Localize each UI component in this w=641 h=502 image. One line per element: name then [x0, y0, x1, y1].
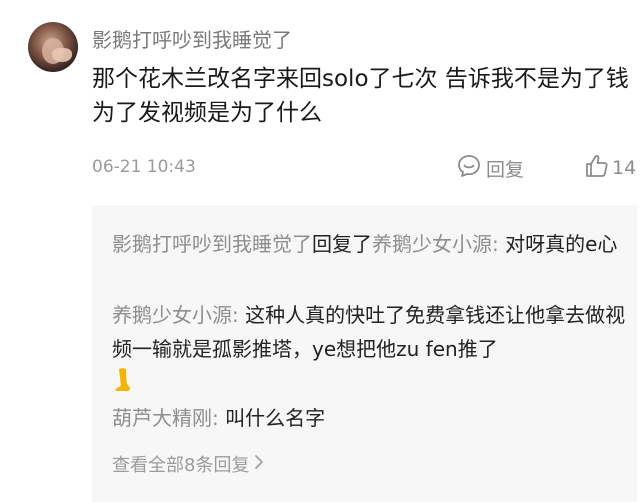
- reply-author[interactable]: 影鹅打呼吵到我睡觉了: [112, 232, 312, 256]
- avatar[interactable]: [28, 22, 78, 72]
- reply-item[interactable]: 影鹅打呼吵到我睡觉了回复了养鹅少女小源: 对呀真的e心: [112, 227, 627, 261]
- reply-button[interactable]: 回复: [456, 154, 524, 182]
- comment-username[interactable]: 影鹅打呼吵到我睡觉了: [92, 24, 292, 53]
- reply-author[interactable]: 葫芦大精刚:: [112, 406, 219, 430]
- replies-section: 影鹅打呼吵到我睡觉了回复了养鹅少女小源: 对呀真的e心 养鹅少女小源: 这种人真…: [92, 205, 637, 502]
- reply-author[interactable]: 养鹅少女小源:: [112, 303, 239, 327]
- chevron-right-icon: [253, 454, 265, 475]
- view-all-replies-link[interactable]: 查看全部8条回复: [112, 451, 265, 477]
- reply-item[interactable]: 葫芦大精刚: 叫什么名字: [112, 401, 627, 435]
- comment-text: 那个花木兰改名字来回solo了七次 告诉我不是为了钱为了发视频是为了什么: [92, 66, 629, 126]
- avatar-hand: [52, 48, 72, 62]
- like-count: 14: [612, 157, 637, 179]
- reply-button-label: 回复: [486, 158, 525, 181]
- like-button[interactable]: 14: [584, 154, 636, 182]
- speech-bubble-icon: [456, 153, 482, 184]
- leg-emoji: [112, 367, 134, 403]
- reply-item[interactable]: 养鹅少女小源: 这种人真的快吐了免费拿钱还让他拿去做视频一输就是孤影推塔，ye想…: [112, 298, 627, 403]
- reply-connector: 回复了: [312, 232, 372, 256]
- comment-time: 06-21 10:43: [92, 157, 196, 177]
- reply-text: 叫什么名字: [218, 406, 326, 430]
- view-all-label: 查看全部8条回复: [112, 455, 250, 476]
- thumbs-up-icon: [584, 153, 610, 184]
- reply-target[interactable]: 养鹅少女小源:: [372, 232, 499, 256]
- reply-text: 对呀真的e心: [498, 232, 618, 256]
